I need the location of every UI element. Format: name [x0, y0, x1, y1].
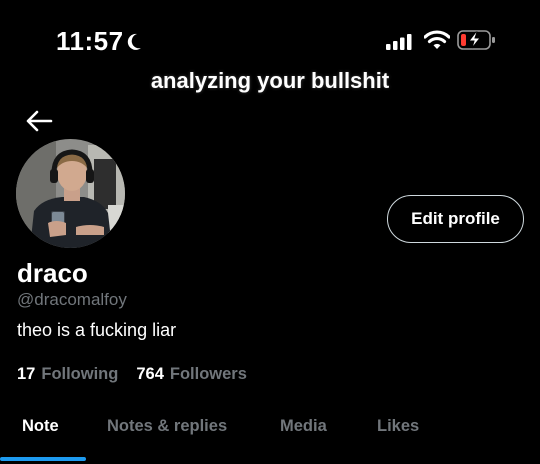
overlay-caption: analyzing your bullshit: [150, 68, 390, 93]
wifi-icon: [424, 30, 450, 49]
cellular-signal-icon: [386, 34, 412, 50]
following-link[interactable]: 17 Following: [17, 365, 118, 384]
tab-likes[interactable]: Likes: [377, 417, 419, 436]
tab-note[interactable]: Note: [22, 417, 59, 436]
following-label: Following: [41, 365, 119, 383]
back-arrow-icon[interactable]: [24, 108, 54, 134]
avatar[interactable]: [14, 137, 127, 250]
followers-count: 764: [136, 365, 164, 383]
following-count: 17: [17, 365, 36, 383]
tab-notes-replies[interactable]: Notes & replies: [107, 417, 227, 436]
profile-stats: 17 Following 764 Followers: [17, 365, 247, 384]
active-tab-indicator: [0, 457, 86, 461]
profile-photo: [16, 139, 125, 248]
battery-charging-icon: [457, 30, 495, 50]
tab-media[interactable]: Media: [280, 417, 327, 436]
profile-tabs: Note Notes & replies Media Likes: [0, 405, 540, 464]
profile-bio: theo is a fucking liar: [17, 320, 177, 340]
edit-profile-button[interactable]: Edit profile: [387, 195, 524, 243]
user-handle: @dracomalfoy: [17, 290, 127, 309]
followers-label: Followers: [169, 365, 247, 383]
followers-link[interactable]: 764 Followers: [136, 365, 247, 384]
moon-icon: [127, 33, 141, 50]
status-time: 11:57: [56, 26, 124, 56]
display-name: draco: [17, 258, 88, 288]
